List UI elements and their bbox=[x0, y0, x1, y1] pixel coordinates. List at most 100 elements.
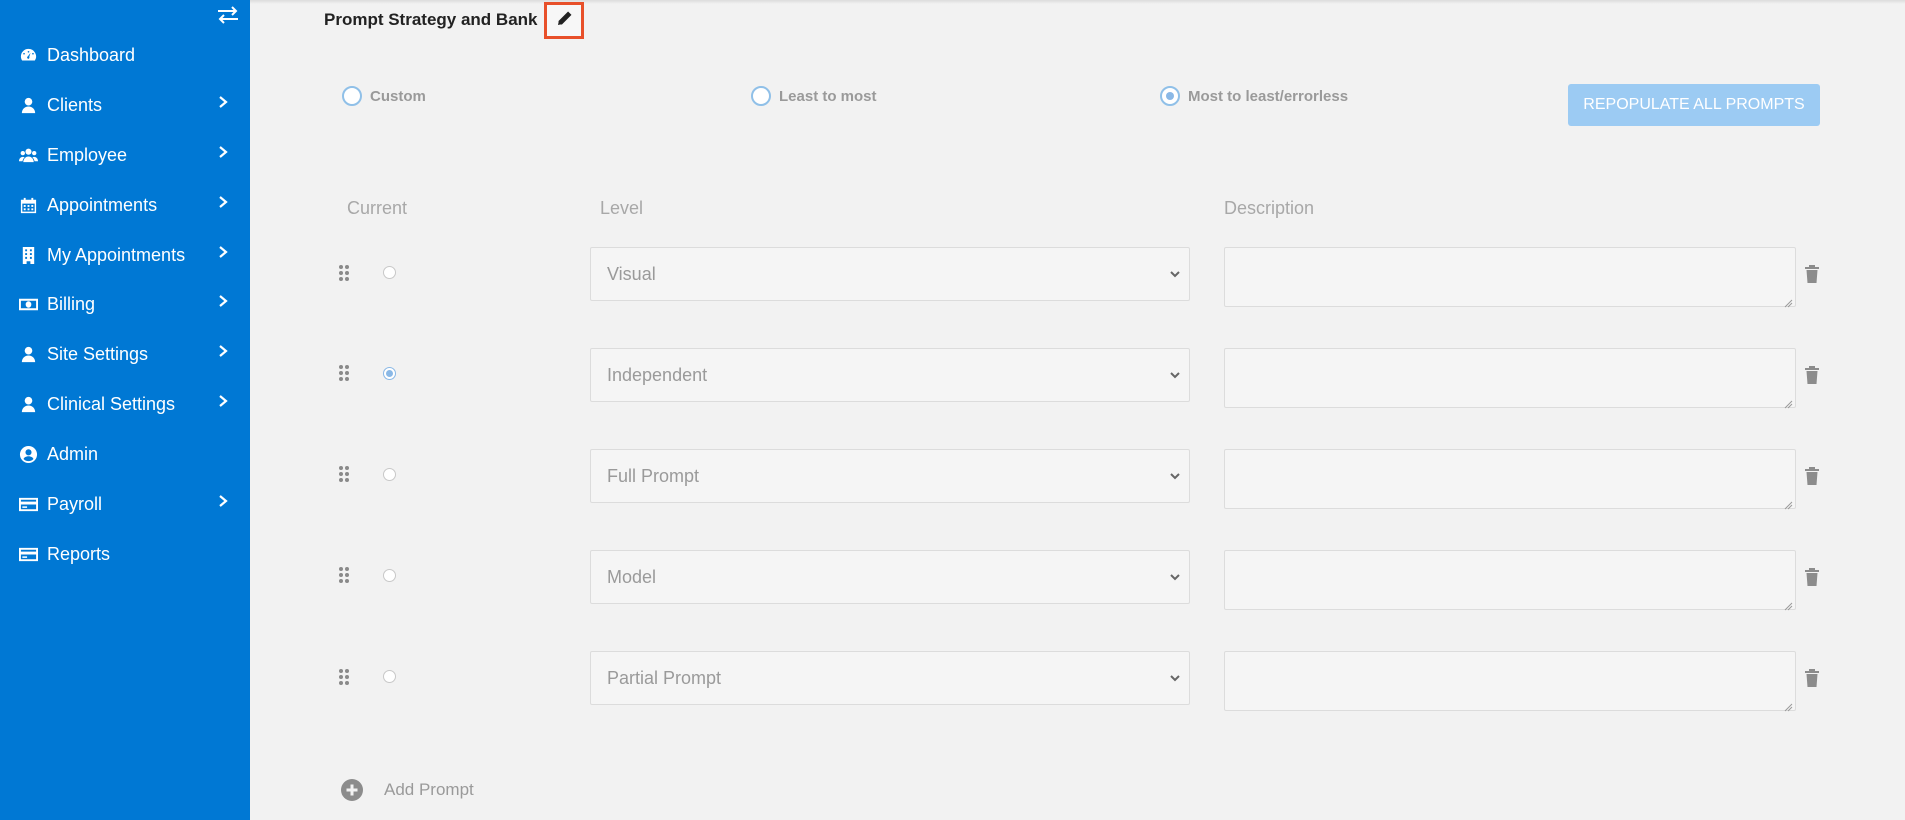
chevron-down-icon bbox=[1169, 368, 1181, 380]
chevron-right-icon bbox=[218, 494, 230, 508]
sidebar-item-label: Reports bbox=[47, 543, 111, 564]
user-icon bbox=[18, 344, 38, 364]
sidebar-item-reports[interactable]: Reports bbox=[0, 534, 250, 574]
strategy-custom-radio[interactable]: Custom bbox=[342, 86, 426, 106]
dashboard-icon bbox=[18, 45, 38, 65]
strategy-label: Most to least/errorless bbox=[1188, 87, 1349, 105]
description-textarea[interactable] bbox=[1224, 651, 1796, 712]
repopulate-all-prompts-button[interactable]: REPOPULATE ALL PROMPTS bbox=[1568, 84, 1820, 126]
building-icon bbox=[18, 245, 38, 265]
sidebar-item-label: Payroll bbox=[47, 493, 103, 514]
sidebar-item-my-appointments[interactable]: My Appointments bbox=[0, 235, 250, 275]
drag-handle-icon[interactable] bbox=[338, 566, 350, 584]
strategy-least-to-most-radio[interactable]: Least to most bbox=[751, 86, 877, 106]
radio-selected-dot bbox=[386, 370, 393, 377]
user-icon bbox=[18, 95, 38, 115]
chevron-right-icon bbox=[218, 95, 230, 109]
level-select[interactable]: Visual bbox=[590, 247, 1190, 301]
credit-card-icon bbox=[18, 494, 38, 514]
chevron-right-icon bbox=[218, 195, 230, 209]
sidebar-item-clients[interactable]: Clients bbox=[0, 85, 250, 125]
description-textarea[interactable] bbox=[1224, 449, 1796, 510]
strategy-label: Least to most bbox=[779, 87, 877, 105]
level-value: Visual bbox=[607, 263, 656, 284]
drag-handle-icon[interactable] bbox=[338, 364, 350, 382]
sidebar-item-admin[interactable]: Admin bbox=[0, 434, 250, 474]
chevron-right-icon bbox=[218, 344, 230, 358]
add-prompt-label: Add Prompt bbox=[384, 780, 474, 799]
calendar-icon bbox=[18, 195, 38, 215]
chevron-right-icon bbox=[218, 394, 230, 408]
trash-icon[interactable] bbox=[1804, 567, 1820, 587]
trash-icon[interactable] bbox=[1804, 264, 1820, 284]
level-select[interactable]: Full Prompt bbox=[590, 449, 1190, 503]
column-header-level: Level bbox=[600, 198, 644, 218]
sidebar-item-label: Employee bbox=[47, 144, 128, 165]
drag-handle-icon[interactable] bbox=[338, 264, 350, 282]
sidebar-item-employee[interactable]: Employee bbox=[0, 135, 250, 175]
current-radio[interactable] bbox=[383, 468, 396, 481]
description-textarea[interactable] bbox=[1224, 550, 1796, 611]
radio-button[interactable] bbox=[751, 86, 771, 106]
money-icon bbox=[18, 294, 38, 314]
sidebar-item-site-settings[interactable]: Site Settings bbox=[0, 334, 250, 374]
current-radio[interactable] bbox=[383, 367, 396, 380]
chevron-down-icon bbox=[1169, 671, 1181, 683]
trash-icon[interactable] bbox=[1804, 668, 1820, 688]
drag-handle-icon[interactable] bbox=[338, 668, 350, 686]
radio-button[interactable] bbox=[342, 86, 362, 106]
sidebar-item-label: Clinical Settings bbox=[47, 393, 176, 414]
trash-icon[interactable] bbox=[1804, 466, 1820, 486]
sidebar-item-appointments[interactable]: Appointments bbox=[0, 185, 250, 225]
topbar-shadow bbox=[250, 0, 1905, 4]
description-textarea[interactable] bbox=[1224, 247, 1796, 308]
level-select[interactable]: Partial Prompt bbox=[590, 651, 1190, 705]
level-select[interactable]: Independent bbox=[590, 348, 1190, 402]
description-textarea[interactable] bbox=[1224, 348, 1796, 409]
sidebar-item-payroll[interactable]: Payroll bbox=[0, 484, 250, 524]
sidebar-item-label: My Appointments bbox=[47, 244, 186, 265]
resize-grip-icon[interactable] bbox=[1784, 497, 1793, 510]
level-select[interactable]: Model bbox=[590, 550, 1190, 604]
strategy-label: Custom bbox=[370, 87, 426, 105]
pencil-icon bbox=[556, 10, 573, 32]
strategy-most-to-least-radio[interactable]: Most to least/errorless bbox=[1160, 86, 1348, 106]
level-value: Partial Prompt bbox=[607, 667, 722, 688]
sidebar-toggle-icon[interactable] bbox=[215, 6, 241, 24]
level-value: Full Prompt bbox=[607, 465, 700, 486]
sidebar-item-label: Site Settings bbox=[47, 343, 149, 364]
resize-grip-icon[interactable] bbox=[1784, 396, 1793, 409]
resize-grip-icon[interactable] bbox=[1784, 598, 1793, 611]
credit-card-icon bbox=[18, 544, 38, 564]
sidebar-item-label: Clients bbox=[47, 94, 103, 115]
current-radio[interactable] bbox=[383, 266, 396, 279]
sidebar-item-clinical-settings[interactable]: Clinical Settings bbox=[0, 384, 250, 424]
current-radio[interactable] bbox=[383, 670, 396, 683]
user-circle-icon bbox=[18, 444, 38, 464]
level-value: Model bbox=[607, 566, 657, 587]
chevron-right-icon bbox=[218, 245, 230, 259]
sidebar: Dashboard Clients Employee Appointments … bbox=[0, 0, 250, 820]
sidebar-item-label: Billing bbox=[47, 293, 96, 314]
trash-icon[interactable] bbox=[1804, 365, 1820, 385]
edit-title-button[interactable] bbox=[544, 2, 584, 39]
sidebar-item-dashboard[interactable]: Dashboard bbox=[0, 35, 250, 75]
chevron-right-icon bbox=[218, 145, 230, 159]
page-title: Prompt Strategy and Bank bbox=[324, 10, 538, 29]
add-prompt-button[interactable]: Add Prompt bbox=[340, 778, 474, 802]
chevron-down-icon bbox=[1169, 469, 1181, 481]
current-radio[interactable] bbox=[383, 569, 396, 582]
drag-handle-icon[interactable] bbox=[338, 465, 350, 483]
column-header-description: Description bbox=[1224, 198, 1315, 218]
column-header-current: Current bbox=[347, 198, 408, 218]
plus-circle-icon bbox=[340, 778, 364, 802]
level-value: Independent bbox=[607, 364, 708, 385]
sidebar-item-label: Dashboard bbox=[47, 44, 136, 65]
resize-grip-icon[interactable] bbox=[1784, 295, 1793, 308]
sidebar-item-billing[interactable]: Billing bbox=[0, 284, 250, 324]
sidebar-item-label: Admin bbox=[47, 443, 99, 464]
radio-selected-dot bbox=[1166, 92, 1174, 100]
resize-grip-icon[interactable] bbox=[1784, 699, 1793, 712]
radio-button[interactable] bbox=[1160, 86, 1180, 106]
chevron-right-icon bbox=[218, 294, 230, 308]
